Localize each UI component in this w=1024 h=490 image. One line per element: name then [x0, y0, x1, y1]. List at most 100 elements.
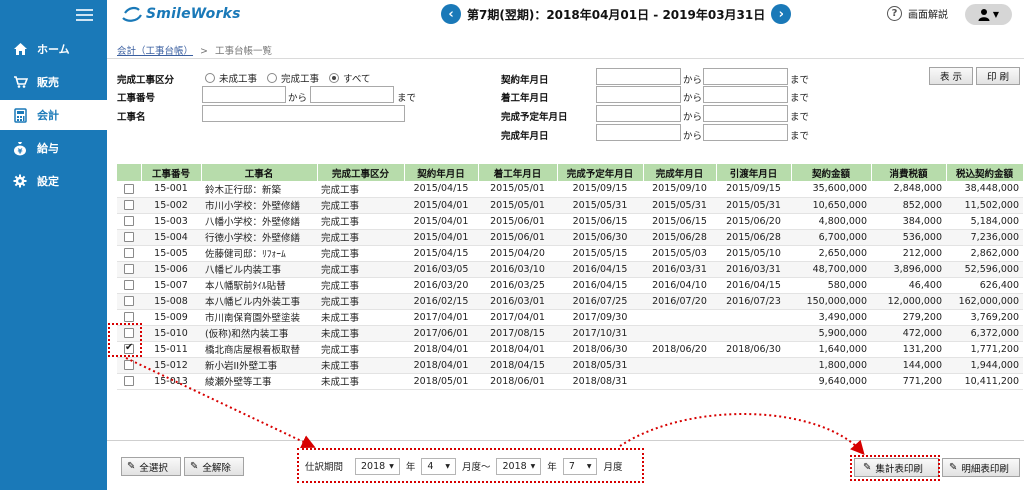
radio-circle — [205, 73, 215, 83]
breadcrumb: 会計（工事台帳） > 工事台帳一覧 — [117, 43, 272, 57]
table-row[interactable]: 15-008 本八幡ビル内外装工事 完成工事 2016/02/15 2016/03/01… — [117, 293, 1023, 310]
table-row[interactable]: 15-009 市川南保育園外壁塗装 未成工事 2017/04/01 2017/04/01… — [117, 309, 1023, 326]
deselect-all-button[interactable]: ✎ 全解除 — [184, 457, 244, 476]
cell-contract-date: 2015/04/01 — [404, 213, 478, 230]
table-row[interactable]: 15-012 新小岩II外壁工事 未成工事 2018/04/01 2018/04/15 2… — [117, 357, 1023, 374]
cell-start-date: 2016/03/01 — [478, 293, 557, 310]
radio-uncompleted[interactable]: 未成工事 — [205, 71, 257, 85]
cell-completed-date: 2016/04/10 — [643, 277, 716, 294]
screen-help-link[interactable]: ? 画面解説 — [887, 6, 948, 21]
radio-all[interactable]: すべて — [329, 71, 371, 85]
print-button[interactable]: 印 刷 — [976, 67, 1020, 85]
number-from-input[interactable] — [202, 86, 286, 103]
show-button[interactable]: 表 示 — [929, 67, 973, 85]
cell-contract-date: 2016/03/05 — [404, 261, 478, 278]
cell-total: 6,372,000 — [946, 325, 1023, 342]
completion-date-from-input[interactable] — [596, 124, 681, 141]
row-checkbox[interactable] — [124, 360, 134, 370]
annotation-highlight-summary-print — [850, 455, 940, 481]
cell-completed-date: 2016/03/31 — [643, 261, 716, 278]
table-row[interactable]: 15-004 行徳小学校：外壁修繕 完成工事 2015/04/01 2015/06/01… — [117, 229, 1023, 246]
column-header: 完成予定年月日 — [557, 164, 644, 181]
table-row[interactable]: 15-010 (仮称)和然内装工事 未成工事 2017/06/01 2017/08/15… — [117, 325, 1023, 342]
hamburger-menu-icon[interactable] — [76, 9, 93, 21]
name-input[interactable] — [202, 105, 405, 122]
start-date-to-input[interactable] — [703, 86, 788, 103]
table-row[interactable]: 15-002 市川小学校：外壁修繕 完成工事 2015/04/01 2015/05/01… — [117, 197, 1023, 214]
row-checkbox[interactable] — [124, 200, 134, 210]
cell-contract-date: 2015/04/15 — [404, 245, 478, 262]
table-row[interactable]: 15-013 綾瀬外壁等工事 未成工事 2018/05/01 2018/06/01 201… — [117, 373, 1023, 390]
radio-completed[interactable]: 完成工事 — [267, 71, 319, 85]
row-checkbox[interactable] — [124, 232, 134, 242]
detail-print-button[interactable]: ✎ 明細表印刷 — [942, 458, 1020, 477]
cell-name: 鈴木正行邸：新築 — [201, 181, 317, 198]
row-checkbox[interactable] — [124, 183, 134, 194]
cell-tax: 144,000 — [871, 357, 946, 374]
cell-total: 10,411,200 — [946, 373, 1023, 390]
header-checkbox-column — [117, 164, 142, 181]
cell-contract-date: 2015/04/01 — [404, 229, 478, 246]
app-logo[interactable]: SmileWorks — [121, 5, 241, 23]
fiscal-period-nav: ‹ 第7期(翌期)：2018年04月01日 - 2019年03月31日 › — [441, 4, 792, 24]
cell-name: (仮称)和然内装工事 — [201, 325, 317, 342]
user-menu-button[interactable]: ▼ — [965, 4, 1012, 25]
cell-number: 15-012 — [141, 357, 201, 374]
planned-completion-label: 完成予定年月日 — [501, 112, 568, 123]
row-checkbox[interactable] — [124, 264, 134, 274]
edit-icon: ✎ — [127, 461, 136, 472]
planned-completion-from-input[interactable] — [596, 105, 681, 122]
row-checkbox[interactable] — [124, 216, 134, 226]
cell-tax: 536,000 — [871, 229, 946, 246]
table-row[interactable]: 15-007 本八幡駅前ﾀｲﾙ貼替 完成工事 2016/03/20 2016/03/25… — [117, 277, 1023, 294]
row-checkbox[interactable] — [124, 280, 134, 290]
cell-status: 完成工事 — [317, 229, 404, 246]
cell-tax: 771,200 — [871, 373, 946, 390]
cell-planned-date: 2015/05/31 — [557, 197, 643, 214]
completion-date-to-input[interactable] — [703, 124, 788, 141]
row-checkbox[interactable] — [124, 312, 134, 322]
cell-planned-date: 2016/07/25 — [557, 293, 643, 310]
calculator-icon — [12, 107, 28, 123]
sidebar-item-sales[interactable]: 販売 — [0, 67, 107, 97]
planned-completion-to-input[interactable] — [703, 105, 788, 122]
contract-date-label: 契約年月日 — [501, 75, 549, 86]
cell-delivered-date: 2016/04/15 — [716, 277, 791, 294]
cell-completed-date — [643, 309, 716, 326]
chevron-left-icon: ‹ — [448, 6, 454, 22]
select-all-button[interactable]: ✎ 全選択 — [121, 457, 181, 476]
table-row[interactable]: 15-006 八幡ビル内装工事 完成工事 2016/03/05 2016/03/10 20… — [117, 261, 1023, 278]
row-checkbox[interactable] — [124, 376, 134, 386]
cell-tax: 384,000 — [871, 213, 946, 230]
prev-period-button[interactable]: ‹ — [441, 4, 461, 24]
name-filter-label: 工事名 — [117, 112, 146, 123]
row-checkbox[interactable] — [124, 296, 134, 306]
cell-number: 15-013 — [141, 373, 201, 390]
contract-date-to-input[interactable] — [703, 68, 788, 85]
breadcrumb-link[interactable]: 会計（工事台帳） — [117, 46, 193, 57]
sidebar-item-payroll[interactable]: ¥ 給与 — [0, 133, 107, 163]
cell-status: 完成工事 — [317, 277, 404, 294]
next-period-button[interactable]: › — [771, 4, 792, 24]
table-row[interactable]: 15-005 佐藤健司邸：ﾘﾌｫｰﾑ 完成工事 2015/04/15 2015/04/2… — [117, 245, 1023, 262]
start-date-from-input[interactable] — [596, 86, 681, 103]
sidebar-item-accounting[interactable]: 会計 — [0, 100, 107, 130]
cell-number: 15-005 — [141, 245, 201, 262]
sidebar-item-label: 設定 — [37, 175, 59, 188]
cell-planned-date: 2017/10/31 — [557, 325, 643, 342]
cell-total: 626,400 — [946, 277, 1023, 294]
cell-contract-date: 2017/06/01 — [404, 325, 478, 342]
contract-date-from-input[interactable] — [596, 68, 681, 85]
table-row[interactable]: 15-003 八幡小学校：外壁修繕 完成工事 2015/04/01 2015/06/01… — [117, 213, 1023, 230]
number-to-input[interactable] — [310, 86, 394, 103]
row-checkbox[interactable] — [124, 248, 134, 258]
column-header: 引渡年月日 — [716, 164, 792, 181]
table-row[interactable]: 15-011橋北商店屋根看板取替完成工事2018/04/012018/04/01… — [117, 341, 1023, 358]
sidebar-item-settings[interactable]: 設定 — [0, 166, 107, 196]
sidebar-item-home[interactable]: ホーム — [0, 34, 107, 64]
cell-planned-date: 2018/05/31 — [557, 357, 643, 374]
cell-status: 未成工事 — [317, 373, 404, 390]
table-row[interactable]: 15-001 鈴木正行邸：新築 完成工事 2015/04/15 2015/05/01 20… — [117, 181, 1023, 198]
main-content: 会計（工事台帳） > 工事台帳一覧 完成工事区分 未成工事 完成工事 すべて 工… — [107, 30, 1024, 490]
column-header: 着工年月日 — [478, 164, 558, 181]
